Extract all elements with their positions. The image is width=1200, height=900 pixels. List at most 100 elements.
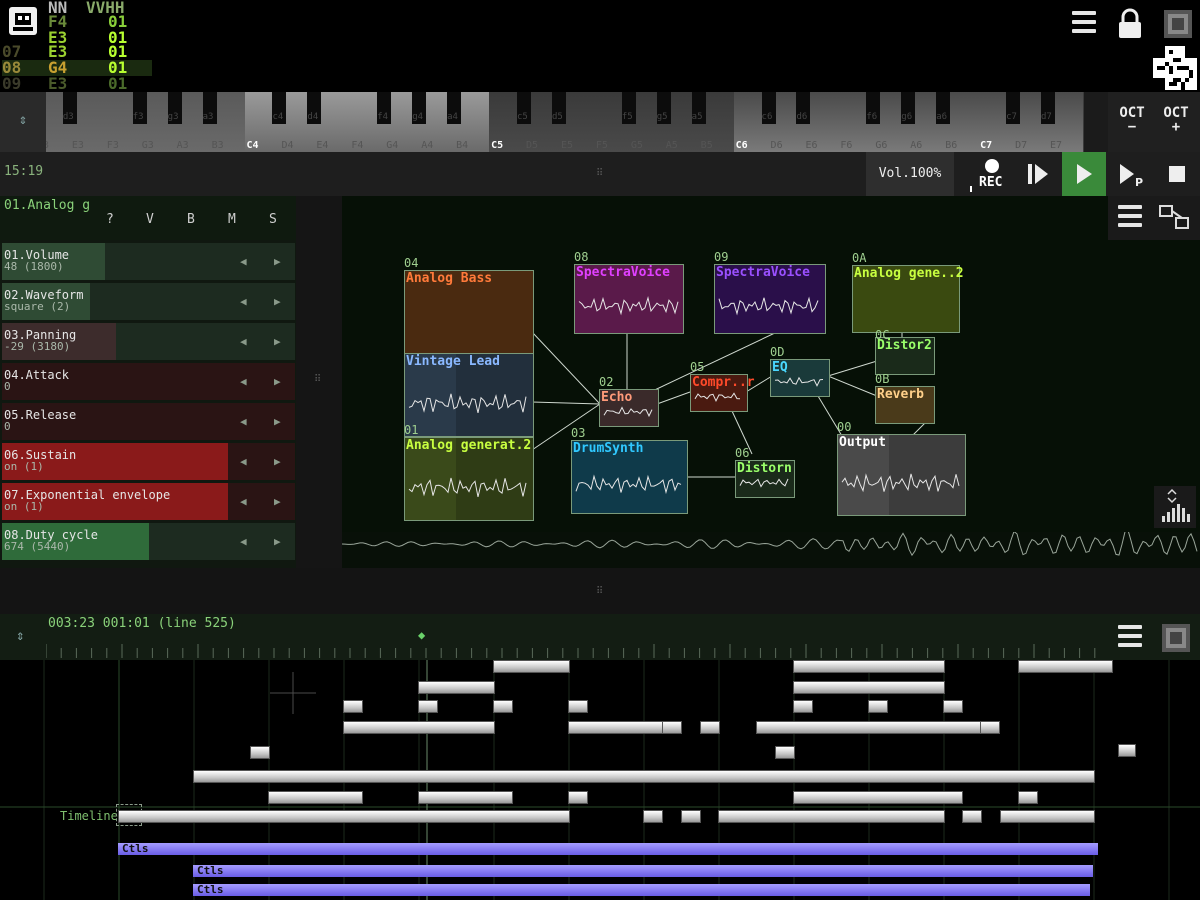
pattern-block[interactable] bbox=[1118, 744, 1136, 757]
black-key-f5[interactable]: f5 bbox=[621, 92, 636, 124]
timeline-menu-icon[interactable] bbox=[1112, 620, 1148, 656]
black-key-a5[interactable]: a5 bbox=[691, 92, 706, 124]
pattern-block[interactable] bbox=[343, 721, 495, 734]
black-key-a3[interactable]: a3 bbox=[202, 92, 217, 124]
module-spectravoice[interactable]: SpectraVoice bbox=[714, 264, 826, 334]
play-pattern-button[interactable]: P bbox=[1108, 152, 1152, 196]
module-vintage-lead[interactable]: Vintage Lead bbox=[404, 353, 534, 437]
black-key-d6[interactable]: d6 bbox=[796, 92, 811, 124]
col-value[interactable]: V bbox=[146, 212, 154, 227]
pattern-block[interactable] bbox=[118, 810, 570, 823]
volume-display[interactable]: Vol.100% bbox=[866, 152, 954, 196]
pattern-block[interactable] bbox=[493, 700, 513, 713]
pattern-block[interactable] bbox=[418, 791, 513, 804]
pattern-block[interactable] bbox=[1018, 791, 1038, 804]
module-echo[interactable]: Echo bbox=[599, 389, 659, 427]
controller-track[interactable]: Ctls bbox=[118, 843, 1098, 855]
param-row[interactable]: 04.Attack 0 ◀ ▶ bbox=[2, 363, 295, 400]
black-key-f6[interactable]: f6 bbox=[866, 92, 881, 124]
decrease-arrow-icon[interactable]: ◀ bbox=[240, 535, 247, 548]
pattern-block[interactable] bbox=[418, 700, 438, 713]
increase-arrow-icon[interactable]: ▶ bbox=[274, 255, 281, 268]
pattern-block[interactable] bbox=[868, 700, 888, 713]
decrease-arrow-icon[interactable]: ◀ bbox=[240, 455, 247, 468]
pattern-block[interactable] bbox=[718, 810, 945, 823]
pattern-block[interactable] bbox=[775, 746, 795, 759]
black-key-d7[interactable]: d7 bbox=[1041, 92, 1056, 124]
module-output[interactable]: Output bbox=[837, 434, 966, 516]
param-row[interactable]: 08.Duty cycle 674 (5440) ◀ ▶ bbox=[2, 523, 295, 560]
panel-drag-handle[interactable]: ⠿ bbox=[596, 168, 603, 179]
black-key-c6[interactable]: c6 bbox=[761, 92, 776, 124]
module-eq[interactable]: EQ bbox=[770, 359, 830, 397]
pattern-block[interactable] bbox=[1018, 660, 1113, 673]
controller-track[interactable]: Ctls bbox=[193, 865, 1093, 877]
pattern-block[interactable] bbox=[568, 721, 670, 734]
module-compr-r[interactable]: Compr..r bbox=[690, 374, 755, 412]
pattern-block[interactable] bbox=[250, 746, 270, 759]
col-bind[interactable]: B bbox=[187, 212, 195, 227]
param-row[interactable]: 06.Sustain on (1) ◀ ▶ bbox=[2, 443, 295, 480]
octave-up-button[interactable]: OCT + bbox=[1156, 106, 1196, 134]
param-row[interactable]: 03.Panning -29 (3180) ◀ ▶ bbox=[2, 323, 295, 360]
timeline-resize-handle[interactable]: ⇕ bbox=[16, 628, 24, 644]
pattern-block[interactable] bbox=[268, 791, 363, 804]
piano-keyboard[interactable]: C3D3E3F3G3A3B3C4D4E4F4G4A4B4C5D5E5F5G5A5… bbox=[0, 92, 1108, 152]
stop-button[interactable] bbox=[1154, 152, 1198, 196]
pane-divider[interactable]: ⠿ bbox=[0, 568, 1200, 614]
col-midi[interactable]: M bbox=[228, 212, 236, 227]
param-row[interactable]: 05.Release 0 ◀ ▶ bbox=[2, 403, 295, 440]
decrease-arrow-icon[interactable]: ◀ bbox=[240, 295, 247, 308]
black-key-g6[interactable]: g6 bbox=[901, 92, 916, 124]
pattern-block[interactable] bbox=[662, 721, 682, 734]
black-key-g5[interactable]: g5 bbox=[656, 92, 671, 124]
pattern-block[interactable] bbox=[1000, 810, 1095, 823]
texture-icon[interactable] bbox=[1160, 6, 1196, 42]
pattern-block[interactable] bbox=[568, 791, 588, 804]
black-key-c4[interactable]: c4 bbox=[272, 92, 287, 124]
pattern-block[interactable] bbox=[793, 791, 963, 804]
pattern-block[interactable] bbox=[943, 700, 963, 713]
pattern-block[interactable] bbox=[193, 770, 1095, 783]
lock-icon[interactable] bbox=[1112, 6, 1148, 42]
play-from-start-button[interactable] bbox=[1016, 152, 1060, 196]
play-button[interactable] bbox=[1062, 152, 1106, 196]
graph-menu-icon[interactable] bbox=[1112, 200, 1148, 236]
col-help[interactable]: ? bbox=[106, 212, 114, 227]
decrease-arrow-icon[interactable]: ◀ bbox=[240, 335, 247, 348]
pattern-block[interactable] bbox=[793, 681, 945, 694]
pattern-block[interactable] bbox=[700, 721, 720, 734]
panel-splitter[interactable]: ⠿ bbox=[296, 196, 342, 568]
decrease-arrow-icon[interactable]: ◀ bbox=[240, 375, 247, 388]
qr-code-icon[interactable] bbox=[1153, 46, 1197, 90]
module-distor2[interactable]: Distor2 bbox=[875, 337, 935, 375]
pattern-block[interactable] bbox=[681, 810, 701, 823]
module-analog-generat-2[interactable]: Analog generat.2 bbox=[404, 437, 534, 521]
increase-arrow-icon[interactable]: ▶ bbox=[274, 495, 281, 508]
link-mode-icon[interactable] bbox=[1156, 202, 1192, 238]
pattern-block[interactable] bbox=[793, 700, 813, 713]
pattern-block[interactable] bbox=[643, 810, 663, 823]
controller-track[interactable]: Ctls bbox=[193, 884, 1090, 896]
black-key-f4[interactable]: f4 bbox=[377, 92, 392, 124]
module-analog-bass[interactable]: Analog Bass bbox=[404, 270, 534, 354]
module-analog-gene-2[interactable]: Analog gene..2 bbox=[852, 265, 964, 333]
black-key-a4[interactable]: a4 bbox=[447, 92, 462, 124]
pattern-block[interactable] bbox=[568, 700, 588, 713]
decrease-arrow-icon[interactable]: ◀ bbox=[240, 255, 247, 268]
pattern-block[interactable] bbox=[980, 721, 1000, 734]
keyboard-resize-handle[interactable]: ⇕ bbox=[0, 92, 46, 152]
param-row[interactable]: 02.Waveform square (2) ◀ ▶ bbox=[2, 283, 295, 320]
pattern-block[interactable] bbox=[418, 681, 495, 694]
module-distorn[interactable]: Distorn bbox=[735, 460, 795, 498]
black-key-c5[interactable]: c5 bbox=[517, 92, 531, 124]
level-meter-icon[interactable] bbox=[1154, 486, 1196, 528]
increase-arrow-icon[interactable]: ▶ bbox=[274, 415, 281, 428]
module-spectravoice[interactable]: SpectraVoice bbox=[574, 264, 684, 334]
black-key-d3[interactable]: d3 bbox=[62, 92, 77, 124]
pattern-block[interactable] bbox=[343, 700, 363, 713]
module-drumsynth[interactable]: DrumSynth bbox=[571, 440, 688, 514]
increase-arrow-icon[interactable]: ▶ bbox=[274, 375, 281, 388]
black-key-c7[interactable]: c7 bbox=[1006, 92, 1021, 124]
menu-icon[interactable] bbox=[1066, 6, 1102, 42]
